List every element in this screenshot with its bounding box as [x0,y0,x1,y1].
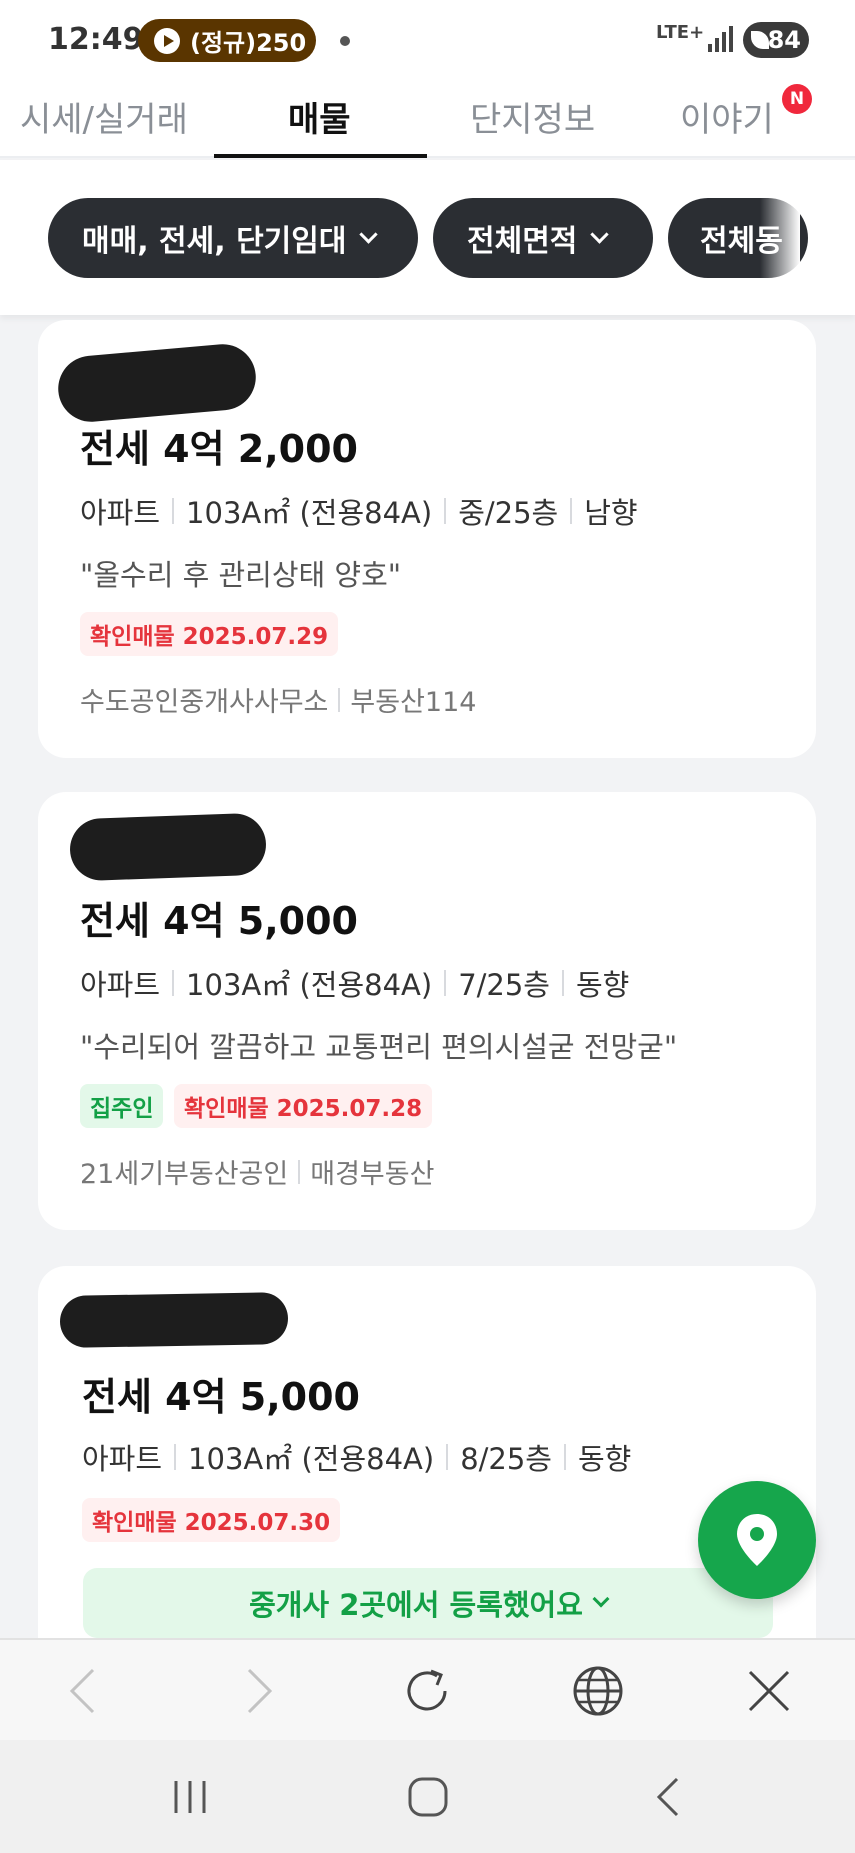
network-type: LTE+ [656,22,705,43]
refresh-icon [407,1669,447,1711]
filter-label: 전체면적 [467,224,578,259]
close-icon [748,1670,790,1712]
browser-refresh-button[interactable] [377,1640,477,1742]
listing-source: 부동산114 [350,687,477,718]
listing-specs: 아파트 103A㎡ (전용84A) 7/25층 동향 [80,962,629,1004]
listing-price: 전세 4억 5,000 [82,1375,360,1419]
redacted-scribble [59,1292,289,1348]
play-icon [154,27,180,54]
home-button[interactable] [378,1740,478,1853]
property-floor: 중/25층 [458,496,559,530]
filter-trade-type[interactable]: 매매, 전세, 단기임대 [48,198,418,278]
listing-specs: 아파트 103A㎡ (전용84A) 중/25층 남향 [80,490,638,532]
listing-card[interactable]: 전세 4억 5,000 아파트 103A㎡ (전용84A) 7/25층 동향 "… [38,792,816,1230]
property-area: 103A㎡ (전용84A) [186,496,433,530]
map-button[interactable] [698,1481,816,1599]
new-badge: N [782,84,812,114]
listing-card[interactable]: 전세 4억 5,000 아파트 103A㎡ (전용84A) 8/25층 동향 확… [38,1266,816,1686]
property-type: 아파트 [80,968,161,1002]
browser-globe-button[interactable] [548,1640,648,1742]
power-saving-leaf-icon [751,31,769,49]
back-icon [656,1777,679,1816]
chevron-down-icon [592,1590,610,1608]
redacted-scribble [68,812,268,882]
globe-icon [573,1666,623,1716]
listing-specs: 아파트 103A㎡ (전용84A) 8/25층 동향 [82,1436,631,1478]
filter-area[interactable]: 전체면적 [433,198,653,278]
home-icon [408,1777,448,1816]
property-type: 아파트 [82,1442,163,1476]
property-area: 103A㎡ (전용84A) [188,1442,435,1476]
multi-agency-banner[interactable]: 중개사 2곳에서 등록했어요 [83,1568,773,1638]
tab-complex-info[interactable]: 단지정보 [470,92,595,158]
back-arrow-icon [69,1668,95,1714]
battery-level: 84 [767,26,801,54]
section-tabs: 시세/실거래 매물 단지정보 이야기 [0,82,855,158]
listing-agency: 21세기부동산공인 매경부동산 [80,1152,434,1191]
verified-listing-tag: 확인매물 2025.07.29 [80,612,339,656]
map-pin-icon [737,1514,777,1566]
forward-arrow-icon [247,1668,273,1714]
media-playback-pill[interactable]: (정규)250 [138,19,316,62]
browser-toolbar [0,1638,855,1740]
filter-bar: 매매, 전세, 단기임대 전체면적 전체동 [0,160,855,315]
battery-indicator: 84 [743,22,809,58]
banner-label: 중개사 2곳에서 등록했어요 [249,1588,583,1622]
property-direction: 동향 [578,1442,632,1476]
chevron-down-icon [359,224,379,244]
listing-source: 매경부동산 [310,1159,435,1190]
notification-dot [340,36,350,46]
property-area: 103A㎡ (전용84A) [186,968,433,1002]
chevron-down-icon [590,224,610,244]
recent-apps-button[interactable] [140,1740,240,1853]
verified-listing-tag: 확인매물 2025.07.28 [174,1084,433,1128]
active-tab-indicator [214,154,427,158]
scroll-fade [760,198,800,278]
listing-price: 전세 4억 5,000 [80,899,358,943]
property-type: 아파트 [80,496,161,530]
owner-tag: 집주인 [80,1084,164,1128]
verified-listing-tag: 확인매물 2025.07.30 [82,1498,341,1542]
browser-forward-button[interactable] [210,1640,310,1742]
recent-apps-icon [174,1780,206,1813]
system-back-button[interactable] [618,1740,718,1853]
listing-card[interactable]: 전세 4억 2,000 아파트 103A㎡ (전용84A) 중/25층 남향 "… [38,320,816,758]
signal-icon [708,24,734,52]
browser-back-button[interactable] [32,1640,132,1742]
filter-label: 매매, 전세, 단기임대 [82,224,347,259]
agency-name: 21세기부동산공인 [80,1159,289,1190]
property-direction: 남향 [584,496,638,530]
listing-agency: 수도공인중개사사무소 부동산114 [80,680,476,719]
property-floor: 8/25층 [460,1442,552,1476]
agency-name: 수도공인중개사사무소 [80,687,329,718]
redacted-scribble [55,341,259,425]
tab-listings[interactable]: 매물 [288,92,351,158]
status-bar: 12:49 (정규)250 LTE+ 84 [0,0,855,82]
tab-price-history[interactable]: 시세/실거래 [20,92,188,158]
tab-stories[interactable]: 이야기 [680,92,774,158]
listing-description: "올수리 후 관리상태 양호" [80,558,402,592]
property-floor: 7/25층 [458,968,550,1002]
system-navigation-bar [0,1740,855,1853]
browser-close-button[interactable] [719,1640,819,1742]
media-label: (정규)250 [190,29,307,57]
property-direction: 동향 [576,968,630,1002]
listing-price: 전세 4억 2,000 [80,427,358,471]
status-time: 12:49 [48,22,144,57]
listing-description: "수리되어 깔끔하고 교통편리 편의시설굳 전망굳" [80,1030,678,1064]
